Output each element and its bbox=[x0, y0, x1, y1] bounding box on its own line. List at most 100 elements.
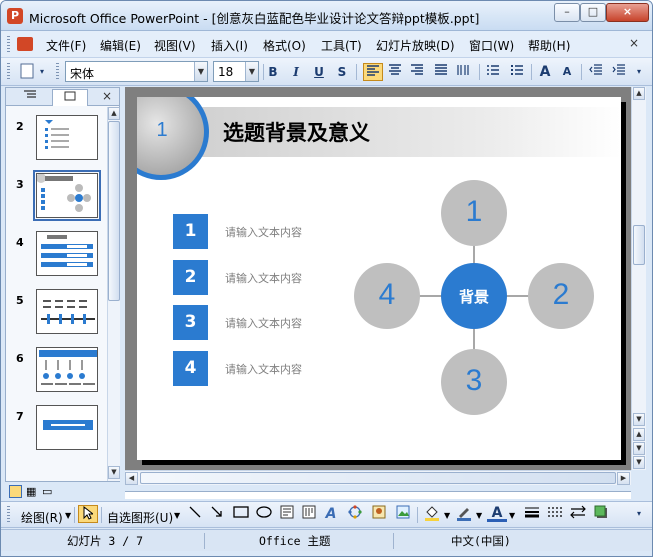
next-slide-icon[interactable]: ▼ bbox=[633, 442, 645, 455]
insert-picture-icon[interactable] bbox=[393, 505, 413, 523]
chevron-down-icon[interactable]: ▼ bbox=[444, 511, 450, 520]
draw-menu-button[interactable]: 绘图(R) bbox=[21, 509, 63, 526]
autoshapes-menu-button[interactable]: 自选图形(U) bbox=[107, 509, 173, 526]
pane-close-icon[interactable]: × bbox=[102, 89, 112, 103]
increase-indent-icon[interactable] bbox=[609, 63, 629, 81]
numbered-list-icon[interactable] bbox=[483, 63, 503, 81]
diagram-tool-icon[interactable] bbox=[345, 505, 365, 523]
scroll-right-icon[interactable]: ▶ bbox=[617, 472, 630, 485]
rectangle-tool-icon[interactable] bbox=[231, 505, 251, 523]
shadow-button[interactable]: S bbox=[332, 63, 352, 81]
previous-slide-icon[interactable]: ▲ bbox=[633, 428, 645, 441]
line-color-icon[interactable] bbox=[454, 505, 474, 523]
chevron-down-icon[interactable]: ▼ bbox=[476, 511, 482, 520]
increase-font-button[interactable]: A bbox=[535, 63, 555, 81]
slide-thumbnail-7[interactable] bbox=[36, 405, 98, 450]
scroll-thumb[interactable] bbox=[140, 472, 616, 484]
align-left-button[interactable] bbox=[363, 63, 383, 81]
slide-canvas[interactable]: 1 选题背景及意义 1 请输入文本内容 2 请输入文本内容 3 请输入文本内容 … bbox=[137, 97, 621, 460]
menu-edit[interactable]: 编辑(E) bbox=[100, 37, 141, 54]
document-menu-icon[interactable] bbox=[17, 37, 33, 51]
slides-pane-scrollbar[interactable]: ▲ ▼ bbox=[107, 107, 120, 481]
menu-insert[interactable]: 插入(I) bbox=[211, 37, 248, 54]
menu-file[interactable]: 文件(F) bbox=[46, 37, 86, 54]
bold-button[interactable]: B bbox=[263, 63, 283, 81]
slide-thumbnail-3[interactable] bbox=[33, 170, 101, 221]
italic-button[interactable]: I bbox=[286, 63, 306, 81]
slide-thumbnail-2[interactable] bbox=[36, 115, 98, 160]
menu-view[interactable]: 视图(V) bbox=[154, 37, 196, 54]
font-name-combo[interactable]: 宋体 ▼ bbox=[65, 61, 208, 82]
chevron-down-icon[interactable]: ▼ bbox=[65, 511, 71, 520]
arrow-tool-icon[interactable] bbox=[207, 505, 227, 523]
editor-horizontal-scrollbar[interactable]: ◀ ▶ bbox=[125, 470, 631, 485]
toolbar-grip[interactable] bbox=[7, 63, 10, 81]
align-center-button[interactable] bbox=[385, 63, 405, 81]
maximize-button[interactable]: □ bbox=[580, 3, 606, 22]
powerpoint-app-icon[interactable]: P bbox=[7, 8, 23, 24]
slide-thumbnail-6[interactable] bbox=[36, 347, 98, 392]
column-layout-icon[interactable] bbox=[453, 63, 473, 81]
chevron-down-icon[interactable]: ▼ bbox=[509, 511, 515, 520]
arrow-style-icon[interactable] bbox=[568, 505, 588, 523]
list-item-text[interactable]: 请输入文本内容 bbox=[225, 224, 302, 240]
underline-button[interactable]: U bbox=[309, 63, 329, 81]
font-size-combo[interactable]: 18 ▼ bbox=[213, 61, 259, 82]
menu-window[interactable]: 窗口(W) bbox=[469, 37, 514, 54]
fill-color-icon[interactable] bbox=[422, 505, 442, 523]
scroll-down-icon[interactable]: ▼ bbox=[633, 413, 645, 426]
toolbar-overflow-icon[interactable]: ▾ bbox=[37, 63, 47, 81]
slideshow-view-icon[interactable]: ▭ bbox=[42, 485, 52, 498]
new-slide-icon[interactable] bbox=[17, 63, 37, 81]
scroll-left-icon[interactable]: ◀ bbox=[125, 472, 138, 485]
minimize-button[interactable]: – bbox=[554, 3, 580, 22]
slide-thumbnail-5[interactable] bbox=[36, 289, 98, 334]
align-right-button[interactable] bbox=[407, 63, 427, 81]
scroll-up-icon[interactable]: ▲ bbox=[108, 107, 120, 120]
menu-format[interactable]: 格式(O) bbox=[263, 37, 306, 54]
decrease-indent-icon[interactable] bbox=[586, 63, 606, 81]
menu-grip[interactable] bbox=[7, 36, 10, 54]
select-pointer-icon[interactable] bbox=[78, 505, 98, 523]
slide-thumbnail-4[interactable] bbox=[36, 231, 98, 276]
menu-help[interactable]: 帮助(H) bbox=[528, 37, 570, 54]
editor-vertical-scrollbar[interactable]: ▲ ▼ ▲ ▼ ▼ bbox=[631, 87, 646, 470]
vertical-textbox-icon[interactable] bbox=[299, 505, 319, 523]
document-close-icon[interactable]: × bbox=[629, 36, 639, 50]
close-button[interactable]: × bbox=[606, 3, 649, 22]
chevron-down-icon[interactable]: ▼ bbox=[194, 62, 207, 81]
scroll-thumb[interactable] bbox=[633, 225, 645, 265]
line-style-icon[interactable] bbox=[522, 505, 542, 523]
list-item-text[interactable]: 请输入文本内容 bbox=[225, 361, 302, 377]
line-tool-icon[interactable] bbox=[185, 505, 205, 523]
normal-view-icon[interactable] bbox=[9, 485, 22, 498]
list-item-text[interactable]: 请输入文本内容 bbox=[225, 315, 302, 331]
menu-slideshow[interactable]: 幻灯片放映(D) bbox=[376, 37, 455, 54]
chevron-down-icon[interactable]: ▼ bbox=[245, 62, 258, 81]
toolbar-overflow-icon[interactable]: ▾ bbox=[633, 63, 645, 81]
clipart-icon[interactable] bbox=[369, 505, 389, 523]
scroll-up-icon[interactable]: ▲ bbox=[633, 87, 645, 100]
tab-outline[interactable] bbox=[12, 89, 48, 106]
wordart-icon[interactable]: A bbox=[321, 505, 341, 523]
notes-pane[interactable] bbox=[125, 491, 631, 499]
bullet-list-icon[interactable] bbox=[507, 63, 527, 81]
distribute-text-icon[interactable] bbox=[431, 63, 451, 81]
slide-title[interactable]: 选题背景及意义 bbox=[223, 117, 370, 147]
menu-tools[interactable]: 工具(T) bbox=[321, 37, 362, 54]
decrease-font-button[interactable]: A bbox=[557, 63, 577, 81]
chevron-down-icon[interactable]: ▼ bbox=[174, 511, 180, 520]
scroll-down-icon[interactable]: ▼ bbox=[108, 466, 120, 479]
textbox-tool-icon[interactable] bbox=[277, 505, 297, 523]
shadow-style-icon[interactable] bbox=[591, 505, 611, 523]
next-slide-end-icon[interactable]: ▼ bbox=[633, 456, 645, 469]
toolbar-grip-2[interactable] bbox=[56, 63, 59, 81]
tab-slides[interactable] bbox=[52, 89, 88, 106]
dash-style-icon[interactable] bbox=[545, 505, 565, 523]
toolbar-overflow-icon[interactable]: ▾ bbox=[633, 505, 645, 523]
font-color-icon[interactable]: A bbox=[487, 504, 507, 522]
list-item-text[interactable]: 请输入文本内容 bbox=[225, 270, 302, 286]
drawing-toolbar-grip[interactable] bbox=[7, 506, 10, 524]
scroll-thumb[interactable] bbox=[108, 121, 120, 301]
slide-sorter-icon[interactable]: ▦ bbox=[26, 485, 36, 498]
